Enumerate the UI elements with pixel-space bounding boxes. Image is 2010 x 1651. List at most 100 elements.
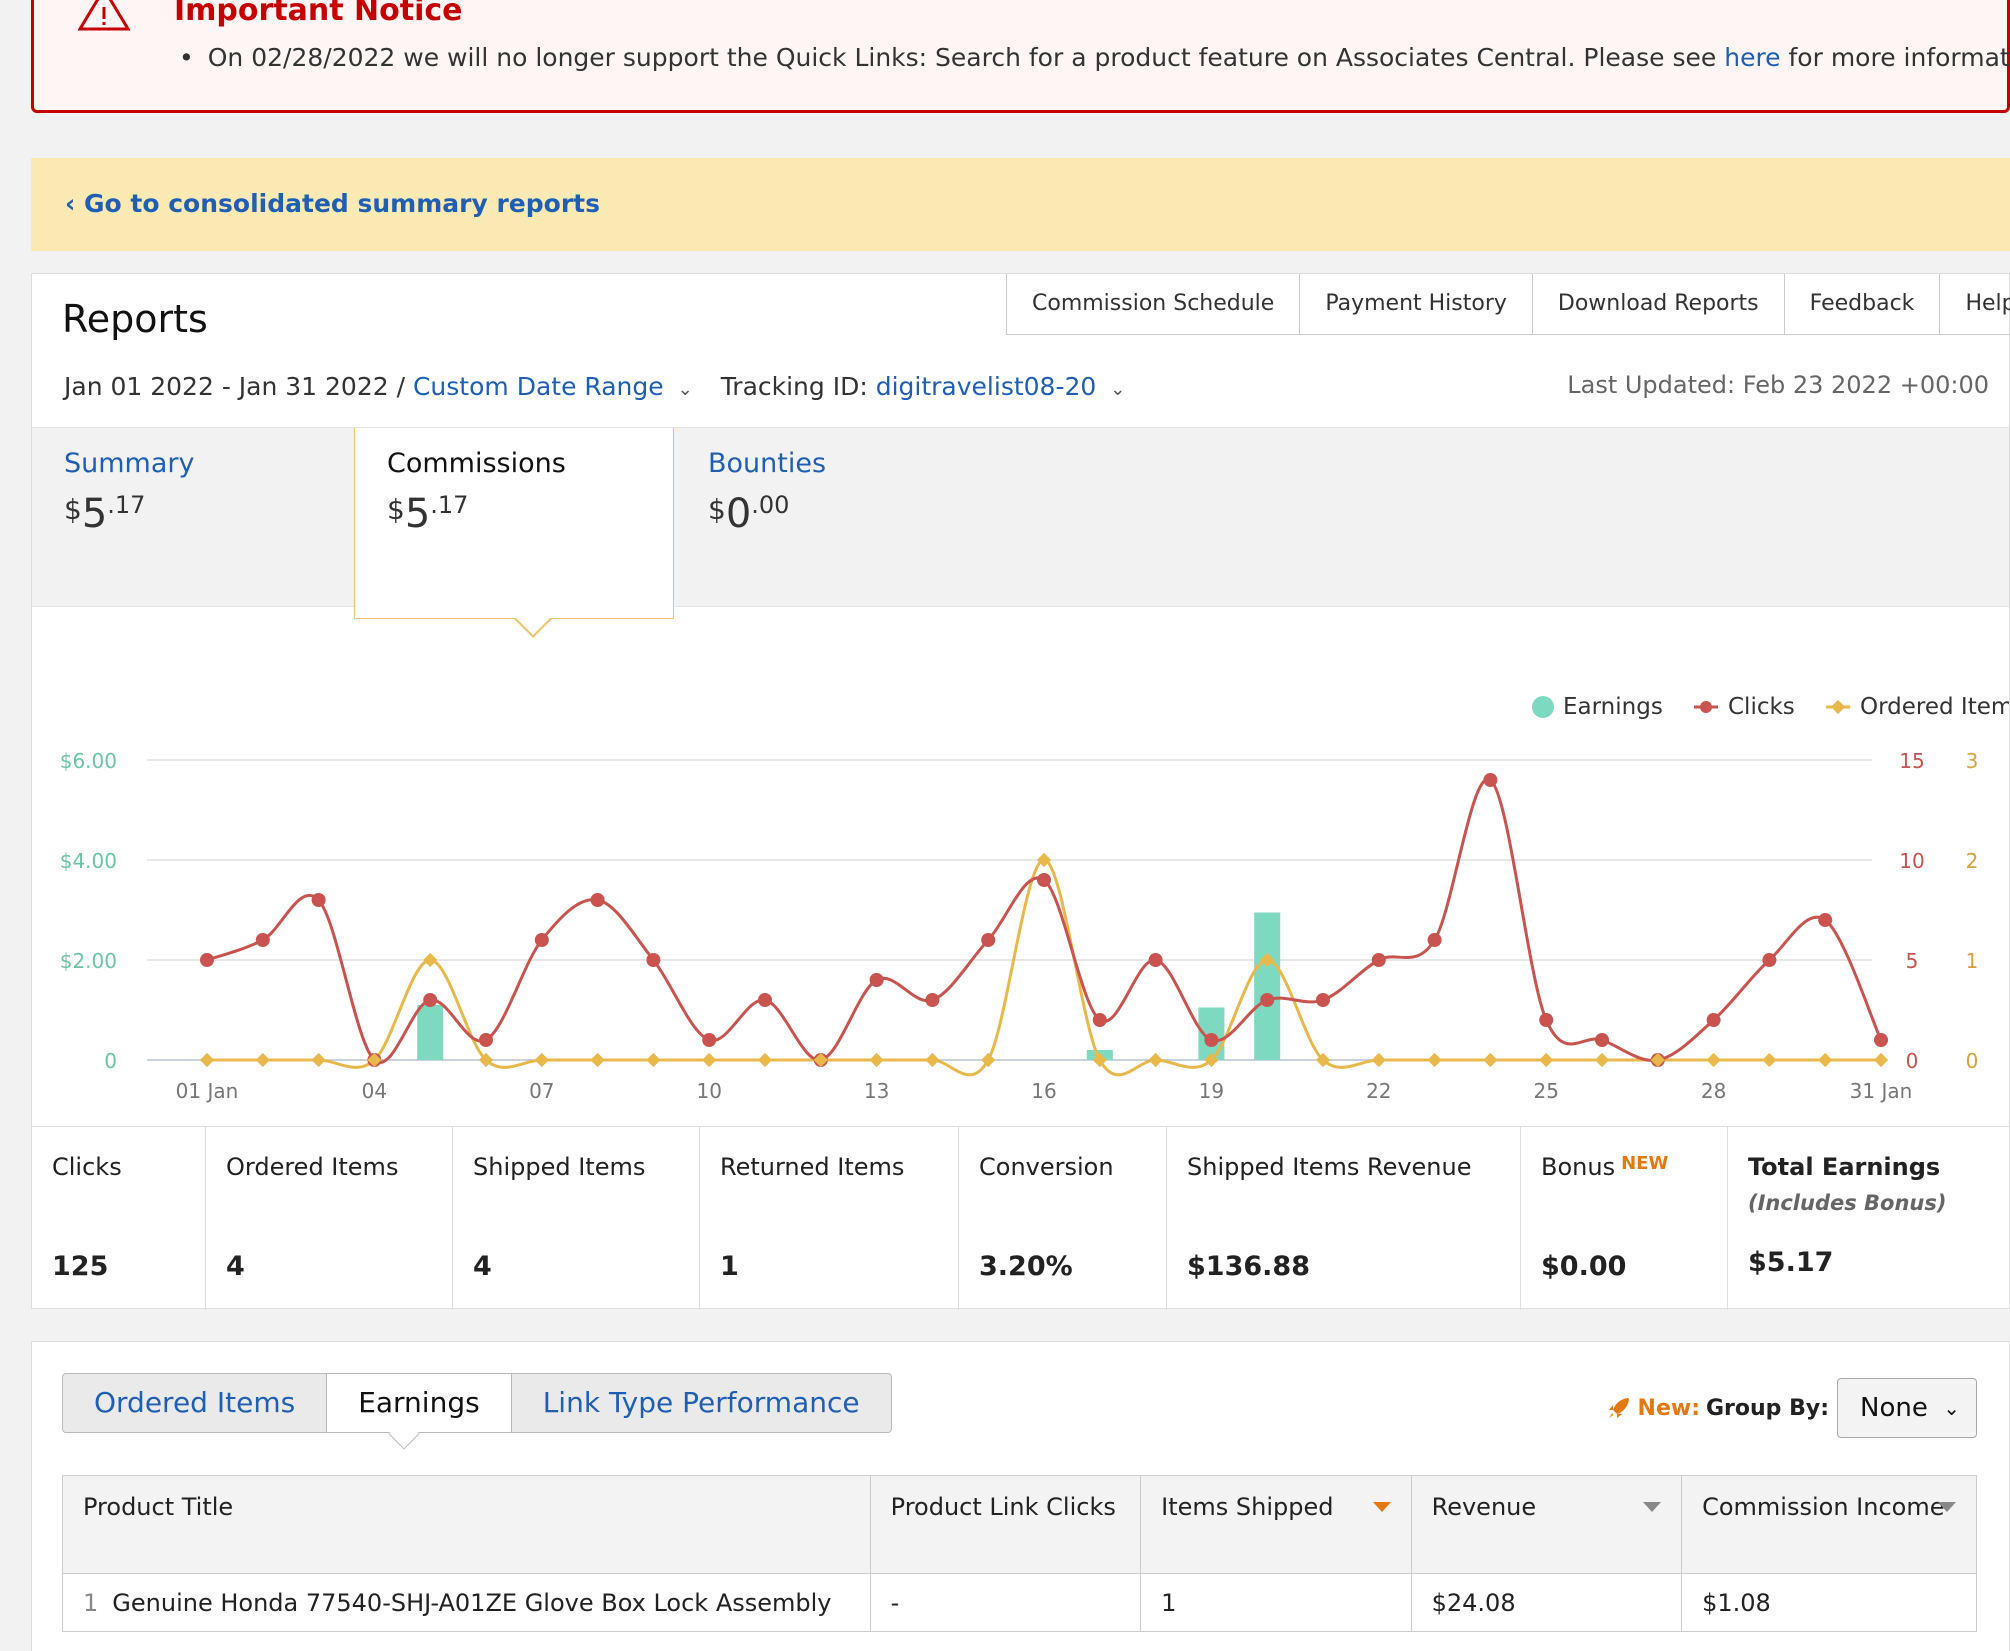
clicks-point [423,993,438,1007]
left-axis-tick: $4.00 [60,849,117,873]
tab-summary[interactable]: Summary $5.17 [32,428,352,608]
sort-icon[interactable] [1372,1502,1391,1512]
page-title: Reports [62,297,208,341]
x-axis-tick: 04 [362,1079,387,1103]
group-by-control: New: Group By: None ⌄ [1606,1378,1977,1438]
clicks-point [1706,1013,1721,1027]
ordered-items-point [1818,1052,1833,1068]
chevron-down-icon[interactable]: ⌄ [1110,379,1125,400]
clicks-point [1539,1013,1554,1027]
clicks-point [1092,1013,1107,1027]
clicks-point [925,993,940,1007]
tab-link-type-performance[interactable]: Link Type Performance [512,1374,891,1432]
earnings-bar [417,1005,444,1060]
clicks-point [1595,1033,1609,1047]
clicks-axis-tick: 0 [1906,1049,1919,1073]
clicks-point [1427,933,1442,947]
clicks-point [702,1033,717,1047]
ordered-items-point [590,1052,605,1068]
ordered-items-point [1148,1052,1163,1068]
group-by-label: Group By: [1706,1395,1829,1421]
clicks-point [1874,1033,1888,1047]
last-updated: Last Updated: Feb 23 2022 +00:00 [1567,371,1989,399]
consolidated-summary-link[interactable]: ‹ Go to consolidated summary reports [65,189,600,218]
clicks-point [1204,1033,1219,1047]
ordered-items-point [1594,1052,1610,1068]
col-revenue[interactable]: Revenue [1410,1475,1683,1574]
col-product-link-clicks[interactable]: Product Link Clicks [869,1475,1142,1574]
x-axis-tick: 07 [529,1079,554,1103]
notice-here-link[interactable]: here [1724,43,1780,72]
clicks-point [758,993,772,1007]
clicks-point [1818,913,1833,927]
stat-shipped-items: Shipped Items 4 [453,1127,700,1310]
tab-summary-amount: $5.17 [64,491,146,537]
clicks-point [1762,953,1777,967]
clicks-axis-tick: 15 [1899,749,1924,773]
stat-conversion: Conversion 3.20% [959,1127,1167,1310]
commission-schedule-link[interactable]: Commission Schedule [1007,274,1301,334]
payment-history-link[interactable]: Payment History [1300,274,1533,334]
tab-ordered-items[interactable]: Ordered Items [63,1374,328,1432]
stat-clicks: Clicks 125 [32,1127,206,1310]
col-commission-income[interactable]: Commission Income [1681,1475,1977,1574]
items-axis-tick: 1 [1966,949,1979,973]
clicks-point [1260,993,1275,1007]
x-axis-tick: 19 [1199,1079,1224,1103]
help-link[interactable]: Help [1940,274,2010,334]
clicks-point [479,1033,493,1047]
products-table: Product Title Product Link Clicks Items … [62,1475,1977,1632]
earnings-bar [1254,912,1281,1060]
sort-icon[interactable] [1643,1502,1662,1512]
x-axis-tick: 31 Jan [1850,1079,1913,1103]
x-axis-tick: 10 [696,1079,721,1103]
cell-product-title: 1 Genuine Honda 77540-SHJ-A01ZE Glove Box… [62,1573,871,1632]
table-row: 1 Genuine Honda 77540-SHJ-A01ZE Glove Box… [62,1573,1977,1632]
tab-bounties[interactable]: Bounties $0.00 [676,428,996,608]
x-axis-tick: 01 Jan [176,1079,239,1103]
sort-icon[interactable] [1938,1502,1956,1512]
ordered-items-point [1371,1052,1386,1068]
rocket-icon [1608,1398,1629,1418]
custom-date-range-dropdown[interactable]: Custom Date Range [413,372,664,401]
tab-summary-label[interactable]: Summary [64,448,352,479]
feedback-link[interactable]: Feedback [1785,274,1941,334]
stat-total-earnings: Total Earnings (Includes Bonus) $5.17 [1748,1153,1947,1278]
cell-link-clicks: - [869,1573,1142,1632]
col-product-title[interactable]: Product Title [62,1475,871,1574]
clicks-point [200,953,214,967]
clicks-point [869,973,884,987]
tab-bounties-label[interactable]: Bounties [708,448,996,479]
notice-title: Important Notice [174,0,463,28]
new-badge: NEW [1621,1153,1669,1174]
x-axis-tick: 25 [1533,1079,1558,1103]
clicks-axis-tick: 10 [1899,849,1924,873]
tab-commissions[interactable]: Commissions $5.17 [354,428,674,638]
col-items-shipped[interactable]: Items Shipped [1140,1475,1412,1574]
left-axis-tick: $6.00 [60,749,117,773]
ordered-items-point [1706,1052,1721,1068]
legend-ordered-label: Ordered Items [1860,694,2009,720]
clicks-point [646,953,661,967]
ordered-items-point [646,1052,661,1068]
ordered-items-point [534,1052,549,1068]
ordered-items-line [206,858,1881,1077]
x-axis-tick: 13 [864,1079,889,1103]
ordered-items-point [423,952,438,968]
chevron-down-icon[interactable]: ⌄ [678,379,693,400]
left-axis-tick: $2.00 [60,949,117,973]
download-reports-link[interactable]: Download Reports [1533,274,1785,334]
tracking-id-dropdown[interactable]: digitravelist08-20 [876,372,1097,401]
cell-commission: $1.08 [1681,1573,1977,1632]
tab-earnings[interactable]: Earnings [327,1374,512,1450]
consolidated-bar: ‹ Go to consolidated summary reports [31,158,2010,251]
reports-nav: Commission Schedule Payment History Down… [1006,274,2010,335]
chevron-down-icon: ⌄ [1943,1396,1960,1420]
stat-ordered-items: Ordered Items 4 [206,1127,453,1310]
reports-panel: Reports Commission Schedule Payment Hist… [31,273,2010,1310]
tab-bounties-amount: $0.00 [708,491,790,537]
group-by-select[interactable]: None ⌄ [1837,1378,1977,1438]
ordered-items-point [702,1052,717,1068]
stats-row: Clicks 125 Ordered Items 4 Shipped Items… [32,1126,2009,1310]
important-notice: Important Notice • On 02/28/2022 we will … [31,0,2010,113]
